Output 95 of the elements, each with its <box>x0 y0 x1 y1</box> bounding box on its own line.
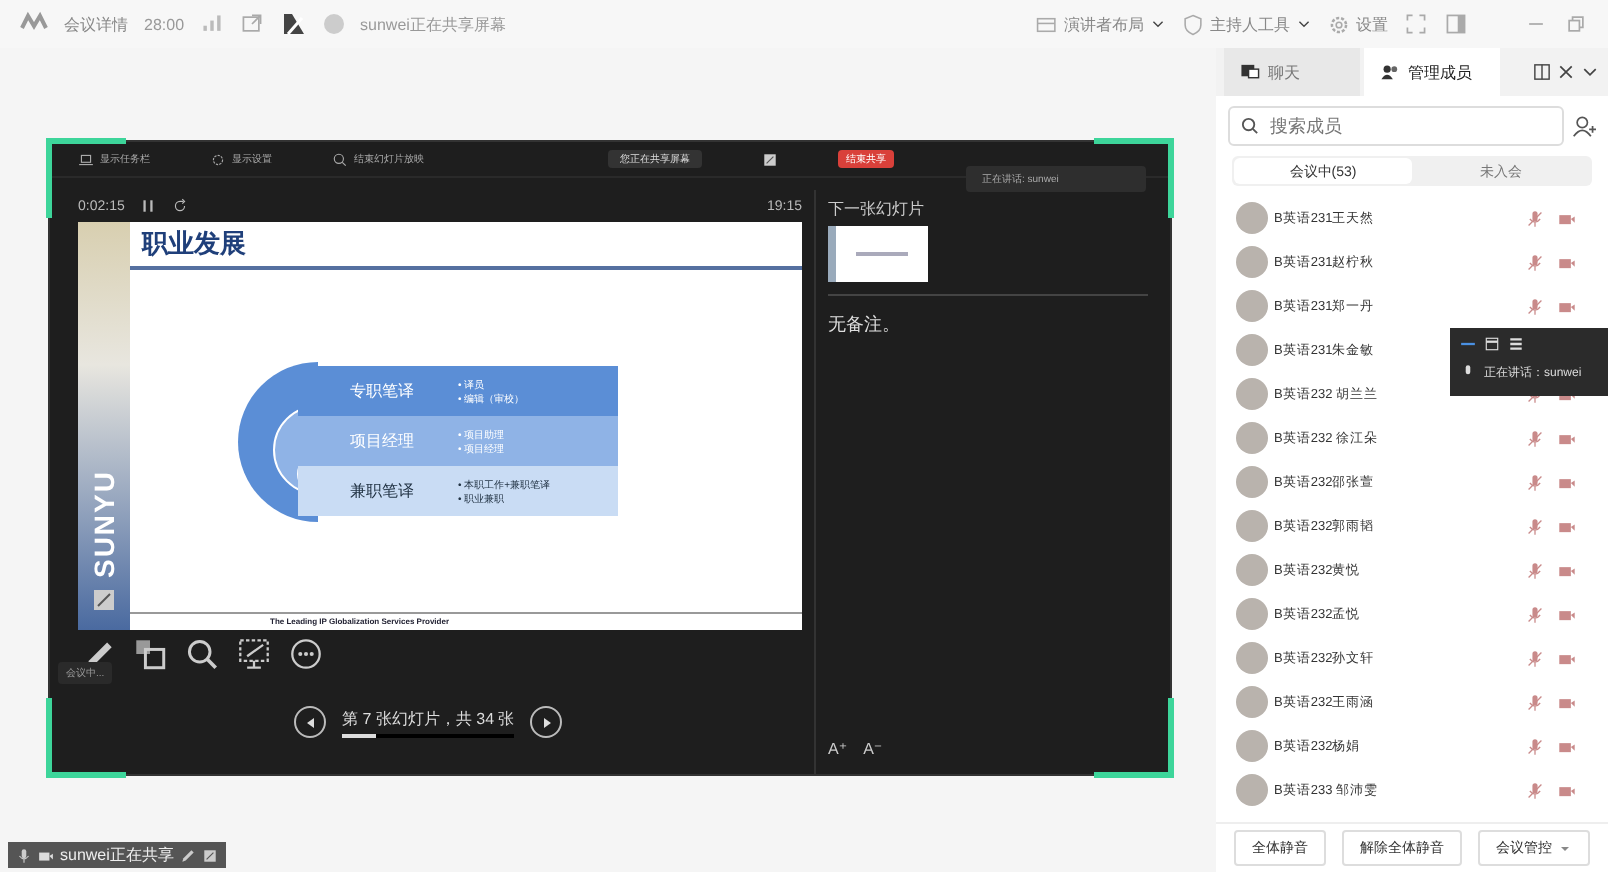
camera-icon[interactable] <box>1558 737 1576 755</box>
camera-icon[interactable] <box>1558 605 1576 623</box>
avatar <box>1236 246 1268 278</box>
avatar <box>1236 290 1268 322</box>
people-icon <box>1380 62 1400 82</box>
muted-microphone-icon[interactable] <box>1526 649 1544 667</box>
camera-icon[interactable] <box>1558 429 1576 447</box>
meeting-duration: 28:00 <box>144 15 185 33</box>
chevron-icon <box>1296 16 1312 32</box>
screen-icon[interactable] <box>238 638 270 670</box>
camera-icon[interactable] <box>1558 781 1576 799</box>
sharing-notice: sunwei正在共享屏幕 <box>360 13 506 35</box>
next-slide-button[interactable] <box>530 706 563 738</box>
muted-microphone-icon[interactable] <box>1526 605 1544 623</box>
avatar <box>1236 642 1268 674</box>
camera-icon[interactable] <box>1558 253 1576 271</box>
slide-counter: 第 7 张幻灯片，共 34 张 <box>342 707 515 729</box>
microphone-icon <box>16 847 32 863</box>
previous-slide-button[interactable] <box>294 706 326 738</box>
signal-icon[interactable] <box>200 12 225 36</box>
avatar <box>1236 466 1268 498</box>
camera-icon[interactable] <box>1558 561 1576 579</box>
muted-microphone-icon[interactable] <box>1526 209 1544 227</box>
list-icon[interactable] <box>1508 336 1524 352</box>
sharing-status-text: sunwei正在共享 <box>60 844 174 866</box>
avatar <box>1236 378 1268 410</box>
avatar <box>1236 554 1268 586</box>
search-field[interactable]: 搜索成员 <box>1228 106 1564 146</box>
gear-icon <box>210 151 226 167</box>
avatar <box>1236 422 1268 454</box>
annotation-icon[interactable] <box>280 10 309 38</box>
logo-text: SUNYU <box>88 469 120 578</box>
muted-microphone-icon[interactable] <box>1526 517 1544 535</box>
speaker-notes: 无备注。 <box>828 294 1148 338</box>
fullscreen-icon[interactable] <box>1404 12 1428 36</box>
left-triangle-icon <box>303 715 317 729</box>
font-size-button[interactable]: A⁻ <box>863 740 883 758</box>
camera-icon[interactable] <box>1558 209 1576 227</box>
muted-microphone-icon[interactable] <box>1526 693 1544 711</box>
more-icon[interactable] <box>290 638 322 670</box>
muted-microphone-icon[interactable] <box>1526 781 1544 799</box>
muted-microphone-icon[interactable] <box>1526 737 1544 755</box>
next-slide-thumbnail <box>828 226 928 282</box>
shield-icon <box>1182 13 1204 35</box>
band-label: 兼职笔译 <box>350 480 416 502</box>
sidebar-toggle-icon[interactable] <box>1444 12 1468 36</box>
settings-icon <box>1328 13 1350 35</box>
next-slide-label: 下一张幻灯片 <box>828 198 926 220</box>
caret-icon <box>1558 841 1572 855</box>
annotation-icon[interactable] <box>762 151 778 167</box>
window-icon[interactable] <box>1484 336 1500 352</box>
reset-icon[interactable] <box>172 198 189 214</box>
muted-microphone-icon[interactable] <box>1526 297 1544 315</box>
avatar <box>1236 202 1268 234</box>
muted-microphone-icon[interactable] <box>1526 429 1544 447</box>
search-icon <box>1240 116 1260 136</box>
band-label: 项目经理 <box>350 430 416 452</box>
microphone-icon <box>1460 364 1476 380</box>
avatar <box>1236 510 1268 542</box>
camera-icon <box>38 847 54 863</box>
font-size-button[interactable]: A⁺ <box>828 740 848 758</box>
avatar <box>1236 334 1268 366</box>
camera-icon[interactable] <box>1558 517 1576 535</box>
layout-icon <box>1036 13 1058 35</box>
muted-microphone-icon[interactable] <box>1526 253 1544 271</box>
panel-tab[interactable]: 管理成员 <box>1364 48 1500 96</box>
chat-icon <box>1240 62 1260 82</box>
restore-icon[interactable] <box>1564 12 1588 36</box>
panel-tab[interactable]: 聊天 <box>1224 48 1360 96</box>
magnifier-icon <box>332 151 348 167</box>
monitor-icon <box>78 151 94 167</box>
annotation-icon[interactable] <box>201 847 218 863</box>
external-link-icon[interactable] <box>240 12 265 36</box>
close-icon[interactable] <box>1556 62 1576 82</box>
avatar <box>1236 730 1268 762</box>
muted-microphone-icon[interactable] <box>1526 473 1544 491</box>
camera-icon[interactable] <box>1558 693 1576 711</box>
search-icon[interactable] <box>186 638 218 670</box>
pencil-icon[interactable] <box>179 847 196 863</box>
camera-icon[interactable] <box>1558 473 1576 491</box>
pop-out-icon[interactable] <box>1532 62 1552 82</box>
camera-icon[interactable] <box>1558 297 1576 315</box>
slide-title: 职业发展 <box>130 222 802 270</box>
add-member-icon[interactable] <box>1572 114 1596 138</box>
avatar <box>1236 686 1268 718</box>
right-triangle-icon <box>539 715 554 729</box>
pause-icon[interactable] <box>140 198 157 214</box>
camera-icon[interactable] <box>1558 649 1576 667</box>
muted-microphone-icon[interactable] <box>1526 561 1544 579</box>
band-label: 专职笔译 <box>350 380 416 402</box>
slides-icon[interactable] <box>134 638 166 670</box>
avatar <box>1236 774 1268 806</box>
avatar <box>1236 598 1268 630</box>
chevron-icon <box>1150 16 1166 32</box>
status-dot <box>324 14 345 34</box>
